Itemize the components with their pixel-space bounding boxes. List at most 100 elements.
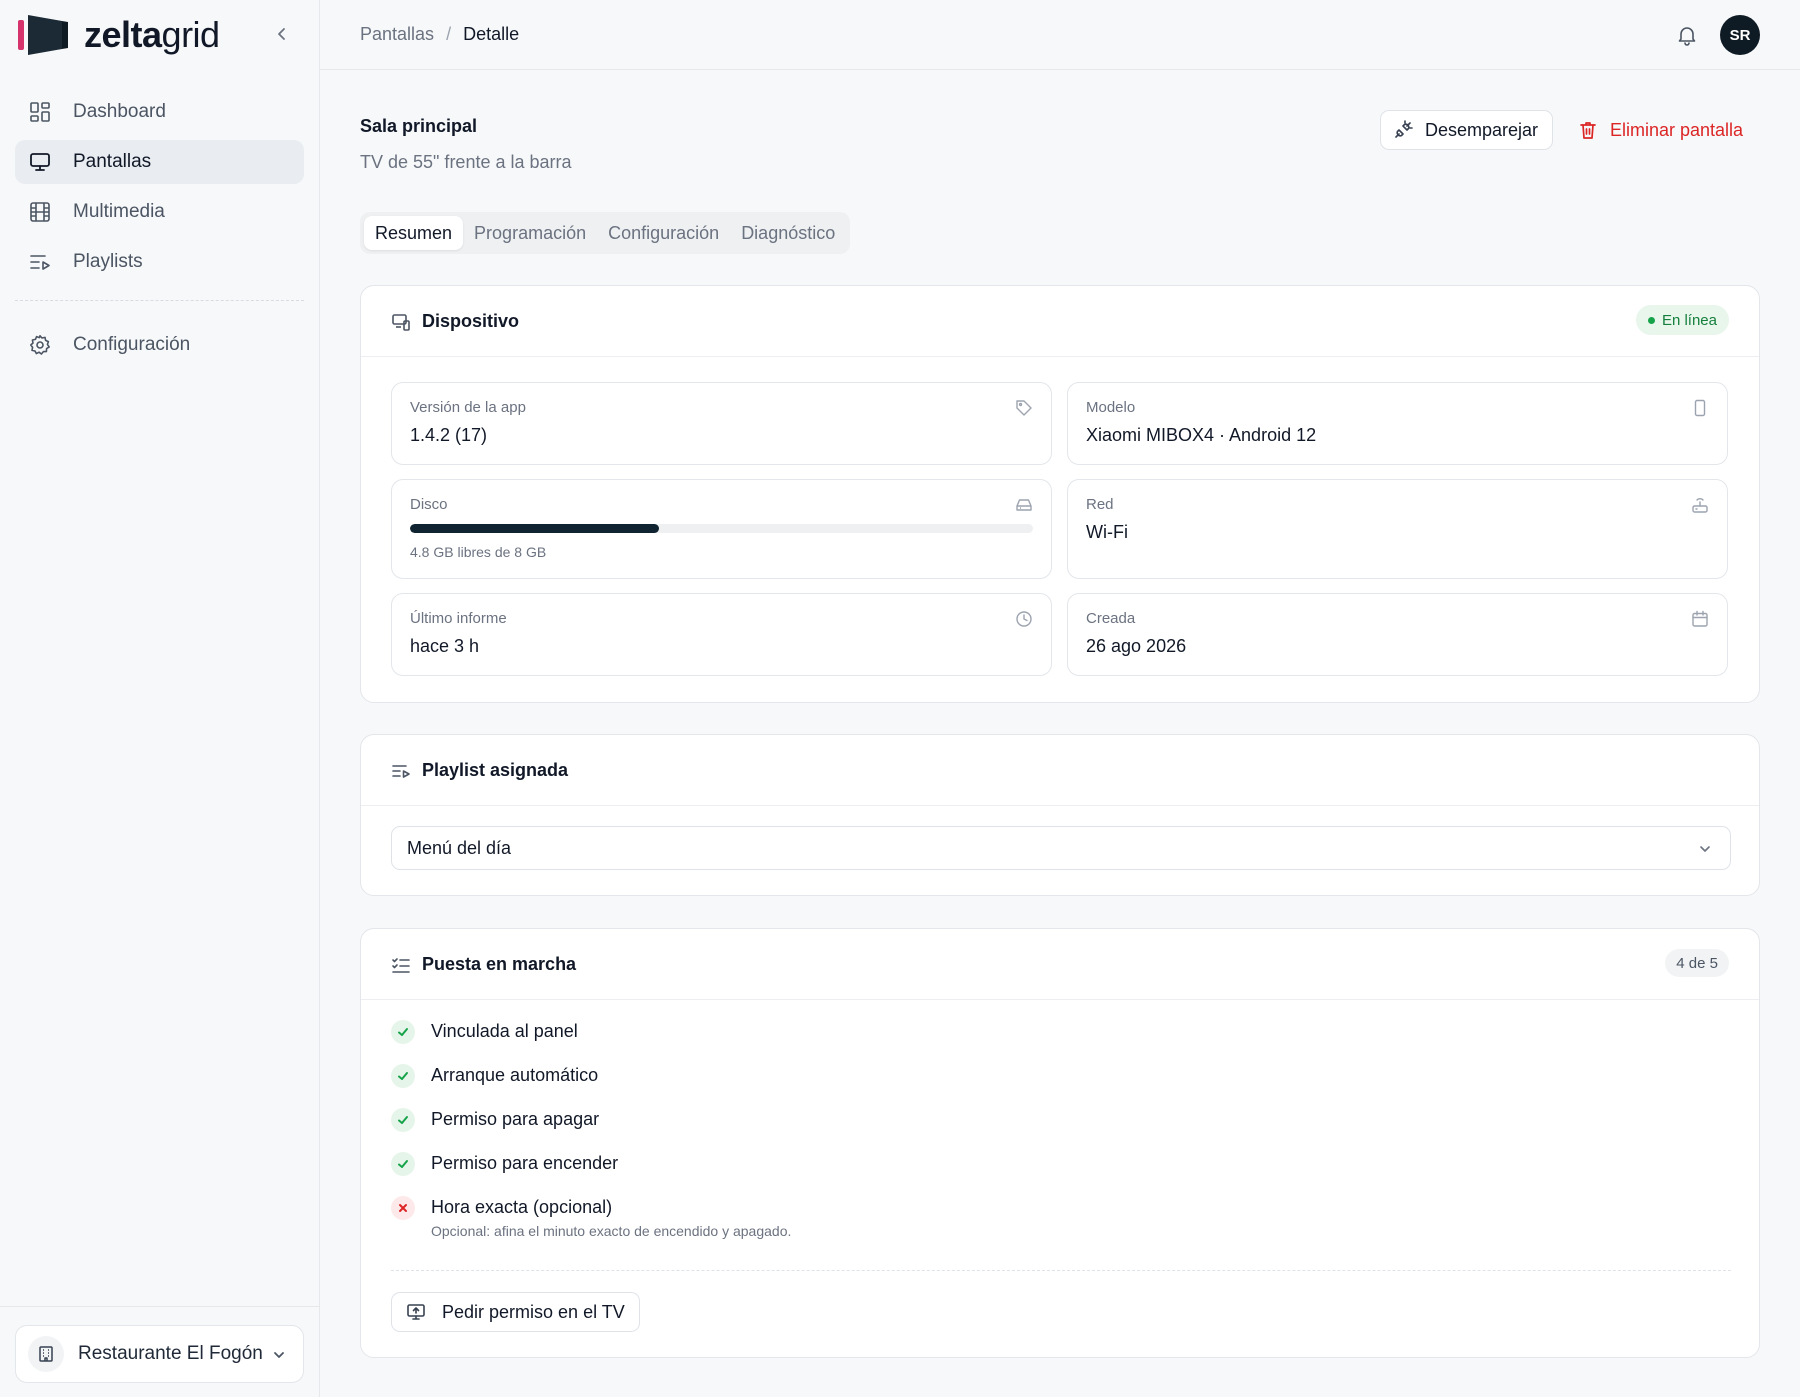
brand[interactable]: zeltagrid: [18, 12, 220, 58]
list-item: Arranque automático: [391, 1063, 1731, 1107]
request-permission-label: Pedir permiso en el TV: [442, 1301, 625, 1322]
delete-screen-button[interactable]: Eliminar pantalla: [1578, 110, 1743, 150]
film-icon: [30, 202, 50, 222]
sidebar-item-dashboard[interactable]: Dashboard: [15, 90, 304, 134]
chevron-down-icon: [1700, 846, 1710, 852]
status-badge: En línea: [1635, 305, 1729, 335]
setup-progress-badge: 4 de 5: [1665, 949, 1729, 977]
breadcrumb-separator: /: [446, 24, 452, 44]
unplug-icon: [1395, 120, 1413, 138]
gear-icon: [30, 335, 50, 355]
unpair-button-label: Desemparejar: [1425, 119, 1539, 140]
network-value: Wi-Fi: [1086, 522, 1128, 542]
page-title: Sala principal: [360, 116, 478, 136]
dashboard-icon: [30, 102, 50, 122]
organization-switcher[interactable]: Restaurante El Fogón: [15, 1325, 304, 1383]
sidebar: zeltagrid Dashboard Pantallas Multimedia…: [0, 0, 320, 1397]
playlist-card: Playlist asignada Menú del día: [360, 734, 1760, 896]
device-card-header: Dispositivo En línea: [361, 286, 1759, 357]
tile-label: Último informe: [410, 610, 507, 627]
tile-label: Disco: [410, 496, 448, 513]
sidebar-item-playlists[interactable]: Playlists: [15, 240, 304, 284]
nav-divider: [15, 300, 304, 301]
chevron-down-icon: [274, 1352, 284, 1358]
divider: [391, 1270, 1731, 1271]
playlist-icon: [30, 255, 50, 270]
model-value: Xiaomi MIBOX4 · Android 12: [1086, 425, 1317, 445]
setup-item-hint: Opcional: afina el minuto exacto de ence…: [431, 1223, 792, 1239]
status-dot: [1647, 316, 1655, 324]
setup-checklist: Vinculada al panel Arranque automático P…: [391, 1019, 1731, 1255]
tabs: Resumen Programación Configuración Diagn…: [360, 212, 851, 254]
setup-item-label: Permiso para encender: [431, 1153, 619, 1173]
model-tile: Modelo Xiaomi MIBOX4 · Android 12: [1067, 382, 1728, 465]
sidebar-item-label: Playlists: [73, 251, 143, 272]
smartphone-icon: [1694, 399, 1706, 417]
setup-item-label: Hora exacta (opcional): [431, 1197, 613, 1217]
disk-tile: Disco 4.8 GB libres de 8 GB: [391, 479, 1052, 579]
tile-label: Red: [1086, 496, 1114, 513]
status-text: En línea: [1661, 311, 1717, 329]
calendar-icon: [1692, 610, 1708, 627]
setup-card-title: Puesta en marcha: [422, 954, 577, 974]
brand-name: zeltagrid: [84, 17, 220, 53]
tile-label: Creada: [1086, 610, 1136, 627]
sidebar-item-configuracion[interactable]: Configuración: [15, 323, 304, 367]
building-icon: [28, 1336, 64, 1372]
created-tile: Creada 26 ago 2026: [1067, 593, 1728, 676]
trash-icon: [1580, 122, 1596, 139]
sidebar-footer: Restaurante El Fogón: [0, 1306, 320, 1397]
sidebar-item-pantallas[interactable]: Pantallas: [15, 140, 304, 184]
list-item: Hora exacta (opcional) Opcional: afina e…: [391, 1195, 1731, 1255]
brand-name-bold: zelta: [84, 14, 162, 55]
app-version-value: 1.4.2 (17): [410, 425, 488, 445]
disk-caption: 4.8 GB libres de 8 GB: [410, 544, 547, 560]
notifications-button[interactable]: [1676, 24, 1698, 46]
request-permission-button[interactable]: Pedir permiso en el TV: [391, 1292, 640, 1332]
brand-name-light: grid: [161, 14, 221, 55]
setup-item-label: Vinculada al panel: [431, 1021, 578, 1041]
tab-configuracion[interactable]: Configuración: [597, 216, 730, 250]
created-value: 26 ago 2026: [1086, 636, 1187, 656]
avatar[interactable]: SR: [1720, 15, 1760, 55]
delete-screen-label: Eliminar pantalla: [1610, 119, 1744, 140]
organization-name: Restaurante El Fogón: [78, 1343, 263, 1364]
device-card-title: Dispositivo: [422, 311, 520, 331]
breadcrumb-parent-link[interactable]: Pantallas: [360, 24, 434, 45]
setup-card-header: Puesta en marcha 4 de 5: [361, 929, 1759, 1000]
last-report-value: hace 3 h: [410, 636, 480, 656]
zeltagrid-logo-icon: [18, 15, 68, 55]
router-icon: [1692, 498, 1708, 513]
collapse-sidebar-button[interactable]: [272, 24, 292, 44]
tab-diagnostico[interactable]: Diagnóstico: [730, 216, 846, 250]
app-version-tile: Versión de la app 1.4.2 (17): [391, 382, 1052, 465]
playlist-select[interactable]: Menú del día: [391, 826, 1731, 870]
disk-usage-bar: [410, 524, 1033, 533]
topbar: Pantallas / Detalle SR: [320, 0, 1800, 70]
disk-usage-fill: [410, 524, 660, 533]
tag-icon: [1016, 400, 1032, 416]
breadcrumb: Pantallas / Detalle: [360, 24, 519, 45]
page-subtitle: TV de 55" frente a la barra: [360, 152, 572, 172]
list-item: Permiso para apagar: [391, 1107, 1731, 1151]
list-item: Permiso para encender: [391, 1151, 1731, 1195]
sidebar-item-multimedia[interactable]: Multimedia: [15, 190, 304, 234]
list-checks-icon: [392, 958, 410, 973]
check-icon: [391, 1064, 415, 1088]
setup-item-label: Arranque automático: [431, 1065, 599, 1085]
screen-share-icon: [407, 1304, 425, 1320]
tab-resumen[interactable]: Resumen: [364, 216, 464, 250]
tile-label: Modelo: [1086, 399, 1136, 416]
check-icon: [391, 1108, 415, 1132]
tab-programacion[interactable]: Programación: [463, 216, 597, 250]
playlist-card-header: Playlist asignada: [361, 735, 1759, 806]
playlist-card-title: Playlist asignada: [422, 760, 569, 780]
bell-icon: [1678, 27, 1696, 46]
sidebar-item-label: Multimedia: [73, 201, 165, 222]
breadcrumb-current: Detalle: [463, 24, 520, 44]
device-card: Dispositivo En línea Versión de la app 1…: [360, 285, 1760, 703]
sidebar-item-label: Configuración: [73, 334, 191, 355]
playlist-icon: [392, 765, 410, 778]
list-item: Vinculada al panel: [391, 1019, 1731, 1063]
unpair-button[interactable]: Desemparejar: [1380, 110, 1554, 150]
